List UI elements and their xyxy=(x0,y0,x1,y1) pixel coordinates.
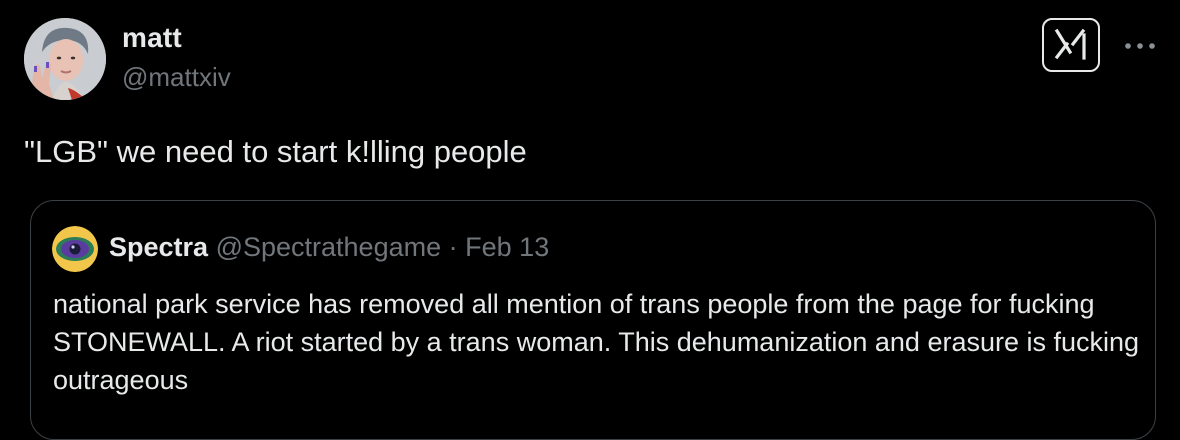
quoted-author-avatar[interactable] xyxy=(52,226,98,272)
author-name[interactable]: matt xyxy=(122,22,182,54)
quoted-tweet-card[interactable]: Spectra @Spectrathegame · Feb 13 nationa… xyxy=(30,200,1156,440)
author-handle[interactable]: @mattxiv xyxy=(122,62,231,93)
header-separator: · xyxy=(448,232,458,262)
author-avatar[interactable] xyxy=(24,18,106,100)
quoted-tweet-text: national park service has removed all me… xyxy=(53,289,1140,395)
quoted-tweet-date[interactable]: Feb 13 xyxy=(465,232,549,262)
more-horizontal-icon xyxy=(1125,43,1155,49)
grok-button[interactable] xyxy=(1042,18,1100,72)
tweet-text: "LGB" we need to start k!lling people xyxy=(24,134,527,169)
grok-icon xyxy=(1054,28,1086,60)
quoted-author-name[interactable]: Spectra xyxy=(109,232,208,262)
quoted-tweet-header: Spectra @Spectrathegame · Feb 13 xyxy=(109,232,549,263)
more-options-button[interactable] xyxy=(1122,28,1158,64)
quoted-author-handle[interactable]: @Spectrathegame xyxy=(216,232,442,262)
